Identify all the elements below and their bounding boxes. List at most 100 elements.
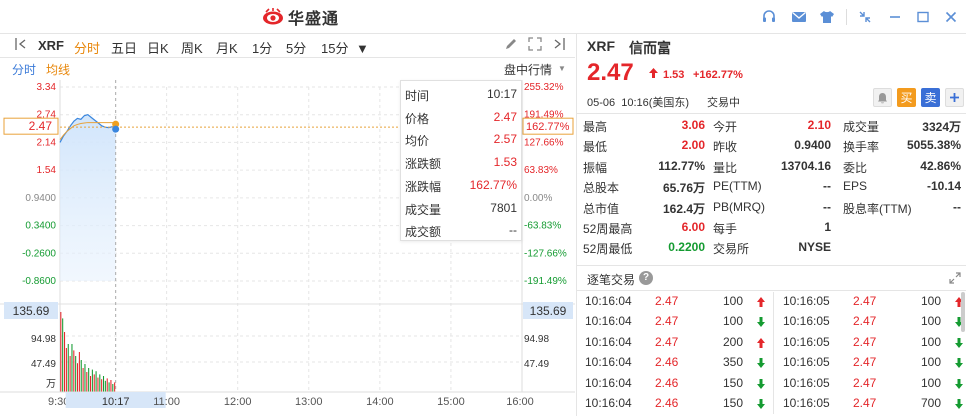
tab-fenshi[interactable]: 分时: [74, 38, 100, 57]
volume-tick-right: 47.49: [524, 359, 549, 370]
alert-bell-button[interactable]: [873, 88, 892, 107]
stat-value: 0.2200: [668, 240, 705, 255]
stat-value: 6.00: [681, 220, 705, 234]
trade-row: 10:16:04 2.47 100: [585, 291, 767, 311]
y-left-tick: -0.8600: [22, 276, 56, 287]
tooltip-value: 1.53: [493, 155, 517, 170]
trade-down-arrow-icon: [757, 378, 765, 392]
mail-icon[interactable]: [790, 8, 808, 26]
volume-bar: [97, 377, 99, 392]
trades-scrollbar[interactable]: [961, 292, 965, 332]
quote-datetime: 05-06 10:16(美国东): [587, 97, 690, 109]
volume-tick: 47.49: [31, 359, 56, 370]
collapse-right-icon[interactable]: [552, 37, 566, 54]
stat-row: PE(TTM) --: [713, 177, 831, 196]
volume-bar: [106, 378, 108, 392]
trade-qty: 700: [920, 396, 941, 410]
stat-value: 0.9400: [794, 138, 831, 153]
trades-expand-icon[interactable]: [949, 272, 961, 287]
volume-bar: [99, 374, 101, 392]
trade-qty: 100: [920, 334, 941, 349]
tab-5day[interactable]: 五日: [111, 38, 137, 57]
trade-row: 10:16:05 2.47 700: [783, 393, 965, 413]
draw-pen-icon[interactable]: [504, 37, 518, 54]
fullscreen-icon[interactable]: [528, 37, 542, 54]
volume-bar: [102, 376, 105, 392]
volume-bar: [108, 382, 110, 392]
stat-value: NYSE: [798, 240, 831, 255]
stat-row: 成交量 3324万: [843, 116, 961, 135]
y-right-tick: -63.83%: [524, 221, 561, 232]
quote-panel: XRF 信而富 2.47 1.53 +162.77% 05-06 10:16(美…: [576, 34, 966, 416]
trade-down-arrow-icon: [757, 398, 765, 412]
stat-row: 每手 1: [713, 218, 831, 237]
market-session-arrow-icon[interactable]: ▼: [558, 64, 566, 73]
quote-change-pct: +162.77%: [693, 69, 743, 81]
stat-row: 换手率 5055.38%: [843, 136, 961, 155]
volume-bar: [112, 384, 114, 392]
eye-icon[interactable]: [856, 8, 874, 26]
x-tick: 16:00: [506, 396, 534, 408]
volume-bar: [78, 352, 80, 392]
stat-value: --: [823, 199, 831, 214]
stat-label: 今开: [713, 120, 738, 134]
bell-icon: [878, 92, 887, 103]
sell-button[interactable]: 卖: [921, 88, 940, 107]
tab-daily-k[interactable]: 日K: [147, 38, 169, 57]
trade-up-arrow-icon: [757, 296, 765, 310]
volume-marker-label-right: 135.69: [530, 304, 567, 318]
x-tick: 13:00: [295, 396, 323, 408]
trades-list: 10:16:04 2.47 100 10:16:04 2.47 100 10:16:04 2.…: [577, 290, 966, 416]
stat-label: 最高: [583, 120, 608, 134]
trade-row: 10:16:05 2.47 100: [783, 332, 965, 352]
buy-button[interactable]: 买: [897, 88, 916, 107]
shirt-icon[interactable]: [818, 8, 836, 26]
volume-unit: 万: [46, 379, 56, 390]
stat-row: 今开 2.10: [713, 116, 831, 135]
trade-time: 10:16:05: [783, 314, 830, 329]
headset-icon[interactable]: [760, 8, 778, 26]
period-dropdown-icon[interactable]: ▼: [356, 41, 369, 56]
stat-value: --: [953, 199, 961, 214]
stat-row: 振幅 112.77%: [583, 157, 705, 176]
tooltip-value: --: [509, 223, 517, 238]
minimize-icon[interactable]: [886, 8, 904, 26]
tooltip-row: 涨跌幅 162.77%: [405, 175, 517, 195]
y-left-tick: 2.14: [37, 137, 57, 148]
chart-toolbar: XRF 分时 五日 日K 周K 月K 1分 5分 15分 ▼: [0, 34, 575, 58]
stat-value: 162.4万: [662, 201, 705, 216]
trade-qty: 100: [722, 314, 743, 329]
tab-weekly-k[interactable]: 周K: [181, 38, 203, 57]
volume-tick-right: 94.98: [524, 334, 549, 345]
trades-help-icon[interactable]: ?: [639, 271, 653, 285]
stat-row: 昨收 0.9400: [713, 136, 831, 155]
tab-15min[interactable]: 15分: [321, 38, 348, 57]
stat-label: 每手: [713, 222, 738, 236]
trade-price: 2.47: [853, 314, 877, 329]
maximize-icon[interactable]: [914, 8, 932, 26]
tooltip-key: 价格: [405, 111, 430, 126]
x-tick: 15:00: [437, 396, 465, 408]
tooltip-key: 成交量: [405, 202, 442, 217]
add-watchlist-button[interactable]: [945, 88, 964, 107]
indicator-junxian[interactable]: 均线: [46, 61, 70, 78]
stat-row: 委比 42.86%: [843, 157, 961, 176]
stat-row: 股息率(TTM) --: [843, 198, 961, 217]
tooltip-row: 时间 10:17: [405, 84, 517, 104]
market-session-select[interactable]: 盘中行情: [504, 61, 552, 78]
trade-time: 10:16:05: [783, 334, 830, 349]
trade-price: 2.47: [853, 294, 877, 308]
tab-5min[interactable]: 5分: [286, 38, 306, 57]
stat-label: 最低: [583, 140, 608, 155]
tab-1min[interactable]: 1分: [252, 38, 272, 57]
stat-label: EPS: [843, 179, 868, 194]
app-window: 华盛通 XRF 分时 五日 日K 周K 月K 1分 5分 15分 ▼ 分时 均线…: [0, 0, 966, 416]
tab-monthly-k[interactable]: 月K: [216, 38, 238, 57]
trade-row: 10:16:04 2.46 150: [585, 373, 767, 393]
trade-down-arrow-icon: [757, 357, 765, 371]
volume-tick: 94.98: [31, 334, 56, 345]
close-icon[interactable]: [942, 8, 960, 26]
collapse-left-icon[interactable]: [14, 37, 28, 54]
x-crosshair-label: 10:17: [102, 396, 130, 408]
indicator-fenshi[interactable]: 分时: [12, 61, 36, 78]
